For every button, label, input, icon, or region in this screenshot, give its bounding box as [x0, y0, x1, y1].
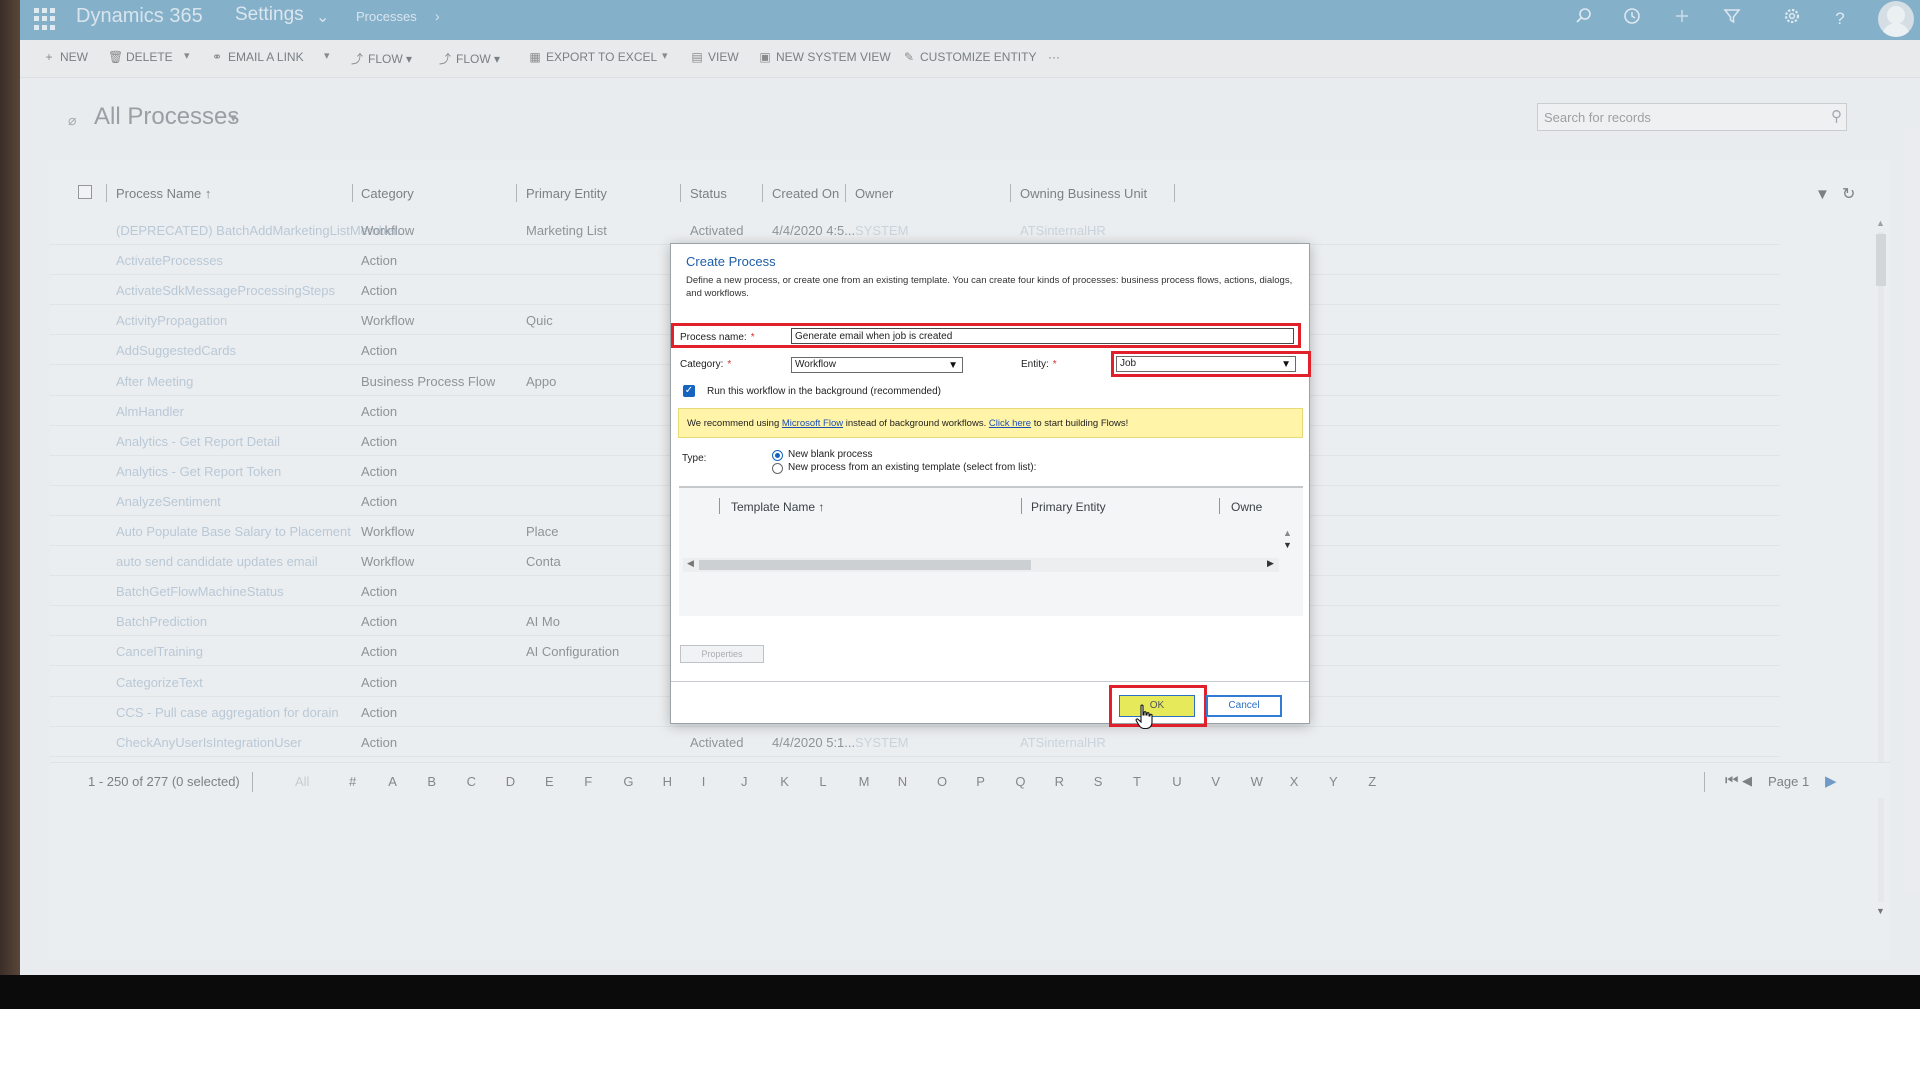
black-border [0, 975, 1920, 1009]
type-label: Type: [682, 453, 707, 464]
category-label-text: Category: [680, 359, 724, 370]
scroll-up-icon[interactable]: ▲ [1283, 528, 1292, 538]
microsoft-flow-link[interactable]: Microsoft Flow [782, 418, 843, 429]
scrollbar-thumb[interactable] [699, 560, 1031, 570]
required-mark: * [1052, 359, 1057, 370]
process-name-input[interactable] [791, 328, 1294, 344]
dialog-title: Create Process [686, 254, 776, 269]
banner-text-mid: instead of background workflows. [843, 418, 989, 429]
scroll-down-icon[interactable]: ▼ [1283, 540, 1292, 550]
blank-area [0, 1009, 1920, 1080]
column-divider [719, 498, 720, 514]
hand-cursor-icon [1135, 704, 1155, 730]
template-process-label: New process from an existing template (s… [788, 462, 1037, 473]
entity-value: Job [1120, 358, 1137, 369]
template-entity-header[interactable]: Primary Entity [1031, 500, 1106, 514]
template-table: Template Name ↑ Primary Entity Owne ▲ ▼ … [679, 486, 1303, 616]
entity-label: Entity: * [1021, 359, 1057, 370]
banner-text-post: to start building Flows! [1031, 418, 1129, 429]
click-here-link[interactable]: Click here [989, 418, 1031, 429]
entity-select[interactable]: Job ▼ [1116, 356, 1296, 372]
category-label: Category: * [680, 359, 731, 370]
scroll-right-icon[interactable]: ▶ [1267, 558, 1274, 569]
template-name-header[interactable]: Template Name ↑ [731, 500, 824, 514]
flow-recommendation-banner: We recommend using Microsoft Flow instea… [678, 408, 1303, 438]
required-mark: * [750, 332, 755, 343]
process-name-label-text: Process name: [680, 332, 747, 343]
cancel-button[interactable]: Cancel [1206, 695, 1282, 717]
process-name-label: Process name: * [680, 332, 755, 343]
run-in-background-label: Run this workflow in the background (rec… [707, 386, 941, 397]
banner-text: We recommend using Microsoft Flow instea… [687, 418, 1128, 429]
new-blank-process-radio[interactable] [772, 450, 783, 461]
desktop-background: Dynamics 365 Settings ⌄ Processes › ? + … [0, 0, 1920, 1009]
scroll-left-icon[interactable]: ◀ [687, 558, 694, 569]
entity-label-text: Entity: [1021, 359, 1049, 370]
wood-edge-left [0, 0, 20, 1009]
properties-button[interactable]: Properties [680, 645, 764, 663]
column-divider[interactable] [1021, 498, 1022, 514]
ok-button[interactable]: OK [1119, 695, 1195, 717]
dialog-description: Define a new process, or create one from… [686, 275, 1293, 299]
chevron-down-icon: ▼ [1281, 359, 1291, 370]
category-select[interactable]: Workflow ▼ [791, 357, 963, 373]
template-owner-header[interactable]: Owne [1231, 500, 1262, 514]
category-value: Workflow [795, 359, 836, 370]
new-blank-process-label: New blank process [788, 449, 873, 460]
run-in-background-checkbox[interactable]: ✓ [683, 385, 695, 397]
template-process-radio[interactable] [772, 463, 783, 474]
banner-text-pre: We recommend using [687, 418, 782, 429]
chevron-down-icon: ▼ [948, 360, 958, 371]
column-divider[interactable] [1219, 498, 1220, 514]
required-mark: * [727, 359, 732, 370]
create-process-dialog: Create Process Define a new process, or … [670, 243, 1311, 727]
horizontal-scrollbar[interactable]: ◀ ▶ [683, 558, 1279, 572]
dialog-footer-divider [671, 681, 1309, 682]
dynamics-app-window: Dynamics 365 Settings ⌄ Processes › ? + … [20, 0, 1920, 977]
